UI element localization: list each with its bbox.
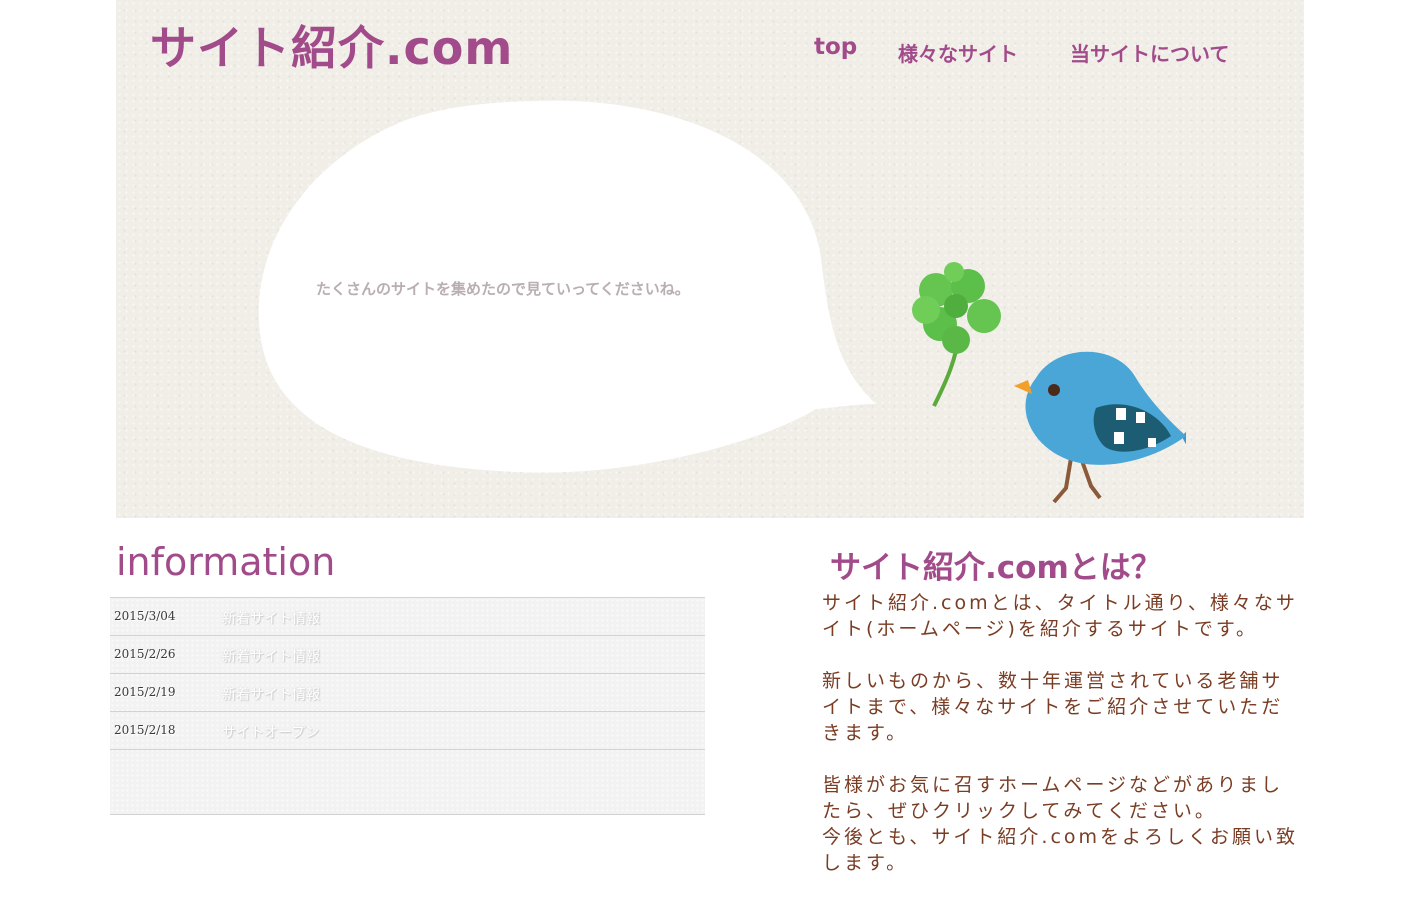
list-item[interactable]: 2015/2/19 新着サイト情報 [110,674,705,712]
about-body: サイト紹介.comとは、タイトル通り、様々なサイト(ホームページ)を紹介するサイ… [822,590,1302,876]
information-list: 2015/3/04 新着サイト情報 2015/2/26 新着サイト情報 2015… [110,597,705,815]
info-date: 2015/2/19 [114,685,176,699]
info-link[interactable]: サイトオープン [222,722,319,742]
list-item[interactable]: 2015/2/18 サイトオープン [110,712,705,750]
info-date: 2015/3/04 [114,609,176,623]
about-paragraph: サイト紹介.comとは、タイトル通り、様々なサイト(ホームページ)を紹介するサイ… [822,592,1298,640]
list-item[interactable]: 2015/2/26 新着サイト情報 [110,636,705,674]
about-title: サイト紹介.comとは？ [830,550,1162,586]
info-date: 2015/2/26 [114,647,176,661]
bubble-text: たくさんのサイトを集めたので見ていってくださいね。 [316,280,690,298]
information-title: information [116,540,336,584]
about-paragraph: 新しいものから、数十年運営されている老舗サイトまで、様々なサイトをご紹介させてい… [822,670,1284,744]
list-item[interactable]: 2015/3/04 新着サイト情報 [110,598,705,636]
info-link[interactable]: 新着サイト情報 [222,608,320,628]
about-paragraph: 今後とも、サイト紹介.comをよろしくお願い致します。 [822,826,1299,874]
hero-banner: サイト紹介.com top 様々なサイト 当サイトについて たくさんのサイトを集… [116,0,1304,518]
clover-icon [912,262,1001,354]
page: サイト紹介.com top 様々なサイト 当サイトについて たくさんのサイトを集… [0,0,1422,914]
info-link[interactable]: 新着サイト情報 [222,646,320,666]
bird-illustration [912,262,1186,504]
info-link[interactable]: 新着サイト情報 [222,684,320,704]
about-paragraph: 皆様がお気に召すホームページなどがありましたら、ぜひクリックしてみてください。 [822,774,1284,822]
info-date: 2015/2/18 [114,723,176,737]
